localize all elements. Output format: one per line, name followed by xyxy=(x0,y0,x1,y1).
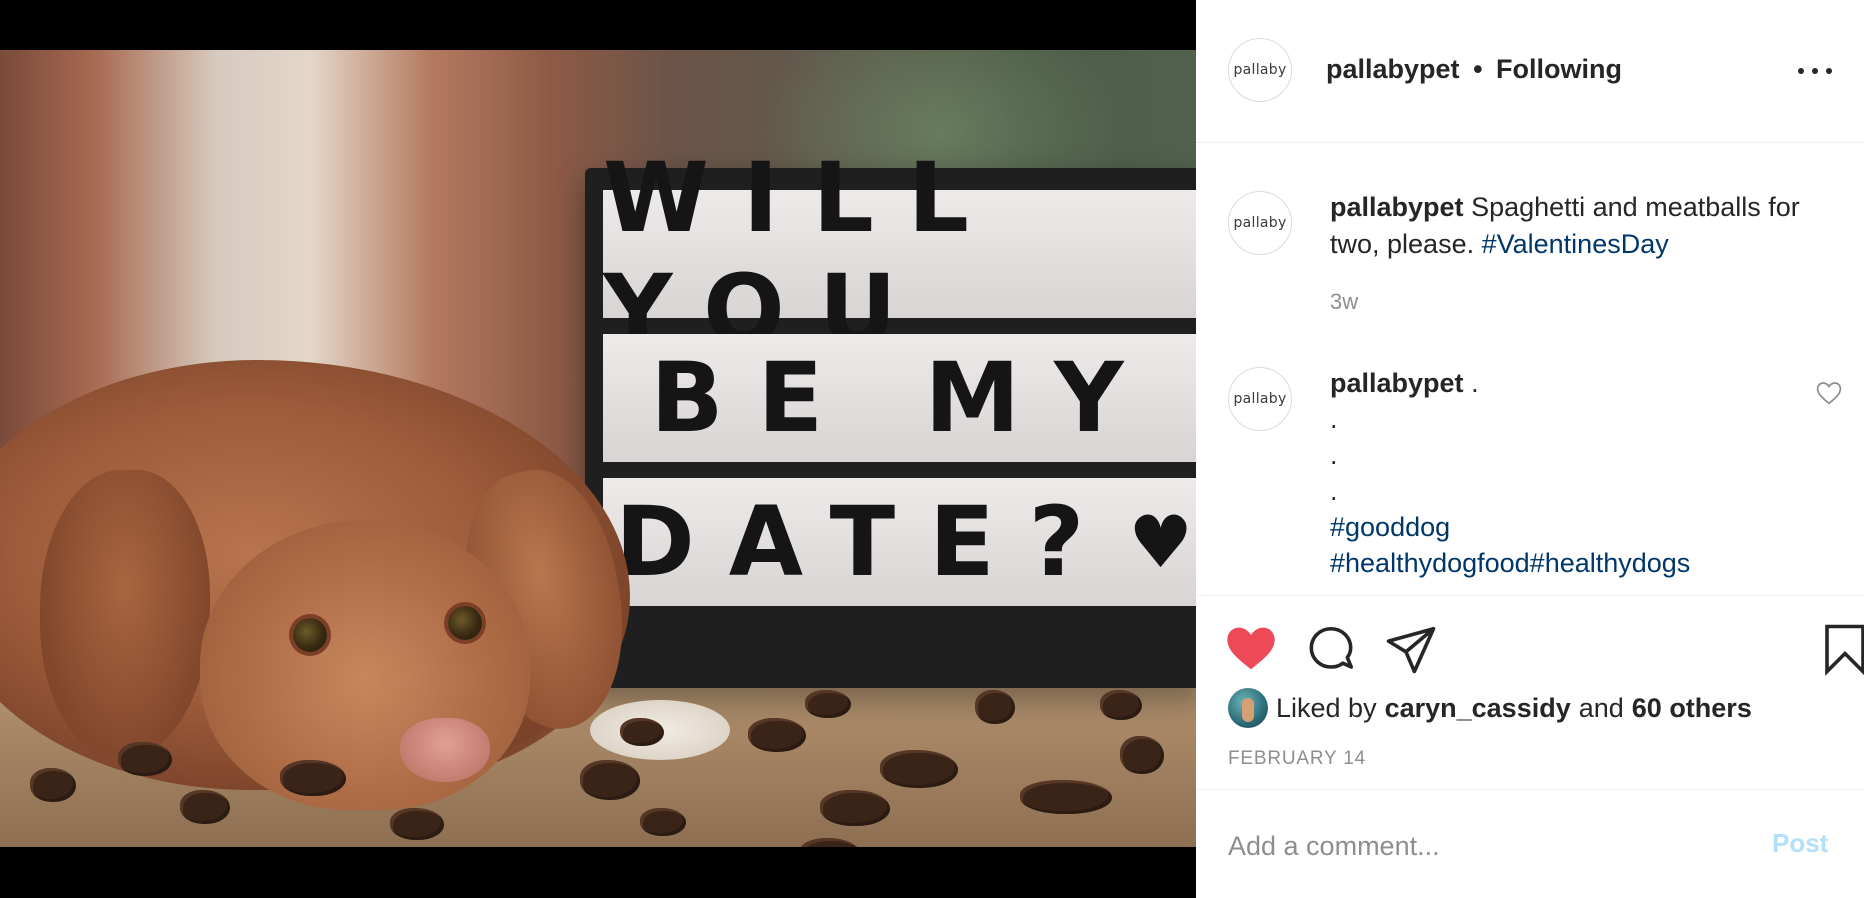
more-dot xyxy=(1826,68,1832,74)
post-caption: pallabypet Spaghetti and meatballs for t… xyxy=(1330,189,1830,263)
treat xyxy=(280,760,346,796)
treat xyxy=(620,718,664,746)
likes-connector: and xyxy=(1578,692,1624,723)
post-media: WILL YOU BE MY DATE? ♥ xyxy=(0,0,1196,898)
caption-timestamp[interactable]: 3w xyxy=(1330,289,1358,315)
post-photo[interactable]: WILL YOU BE MY DATE? ♥ xyxy=(0,50,1196,847)
liker-avatar[interactable] xyxy=(1228,688,1268,728)
following-button[interactable]: Following xyxy=(1496,54,1622,84)
comment-item: pallabypet . . . . #gooddog #healthydogf… xyxy=(1330,365,1790,581)
more-options-icon[interactable] xyxy=(1798,56,1832,86)
treat xyxy=(1020,780,1112,814)
treat xyxy=(748,718,806,752)
instagram-post-modal: WILL YOU BE MY DATE? ♥ pallaby pallabype… xyxy=(0,0,1864,898)
comment-dot-line: . xyxy=(1330,404,1338,434)
avatar-logo-text: pallaby xyxy=(1233,215,1287,231)
treat xyxy=(580,760,640,800)
treat xyxy=(640,808,686,836)
caption-username[interactable]: pallabypet xyxy=(1330,192,1464,222)
comment-avatar[interactable]: pallaby xyxy=(1228,367,1292,431)
dog-nose xyxy=(400,718,490,782)
likes-summary: Liked by caryn_cassidy and 60 others xyxy=(1228,688,1752,728)
comments-section: pallaby pallabypet Spaghetti and meatbal… xyxy=(1196,143,1864,595)
avatar-logo-text: pallaby xyxy=(1233,62,1287,78)
treat xyxy=(805,690,851,718)
more-dot xyxy=(1812,68,1818,74)
likes-others-link[interactable]: 60 others xyxy=(1632,693,1752,724)
sign-heart-icon: ♥ xyxy=(1128,500,1193,584)
treat xyxy=(880,750,958,788)
share-icon[interactable] xyxy=(1384,622,1438,676)
post-actions: Liked by caryn_cassidy and 60 others FEB… xyxy=(1196,595,1864,790)
heart-filled-icon[interactable] xyxy=(1224,622,1278,676)
comment-dot-line: . xyxy=(1330,440,1338,470)
comment-first-line: pallabypet . xyxy=(1330,365,1790,401)
post-details-panel: pallaby pallabypet • Following pallaby p… xyxy=(1196,0,1864,898)
caption-avatar[interactable]: pallaby xyxy=(1228,191,1292,255)
post-date[interactable]: FEBRUARY 14 xyxy=(1228,748,1366,770)
add-comment-bar: Post xyxy=(1196,790,1864,898)
comment-hashtag-gooddog[interactable]: #gooddog xyxy=(1330,509,1790,545)
comment-icon[interactable] xyxy=(1304,622,1358,676)
treat xyxy=(390,808,444,840)
treat xyxy=(30,768,76,802)
post-comment-button[interactable]: Post xyxy=(1772,828,1828,859)
caption-hashtag[interactable]: #ValentinesDay xyxy=(1482,229,1669,259)
liker-username[interactable]: caryn_cassidy xyxy=(1385,693,1571,724)
avatar-logo-text: pallaby xyxy=(1233,391,1287,407)
likes-prefix: Liked by xyxy=(1276,692,1377,723)
comment-username[interactable]: pallabypet xyxy=(1330,368,1464,398)
comment-like-heart-icon[interactable] xyxy=(1816,381,1842,405)
comment-input[interactable] xyxy=(1228,826,1728,866)
comment-hashtags-healthy[interactable]: #healthydogfood#healthydogs xyxy=(1330,545,1790,581)
treat xyxy=(118,742,172,776)
post-header: pallaby pallabypet • Following xyxy=(1196,0,1864,143)
sign-line-3-text: DATE? xyxy=(615,486,1119,598)
sign-line-3: DATE? ♥ xyxy=(603,478,1196,606)
treat xyxy=(1100,690,1142,720)
header-separator: • xyxy=(1473,54,1483,84)
sign-line-1: WILL YOU xyxy=(603,142,1196,366)
bookmark-icon[interactable] xyxy=(1822,622,1864,676)
lightbox-sign: WILL YOU BE MY DATE? ♥ xyxy=(585,142,1196,688)
treat xyxy=(975,690,1015,724)
author-username[interactable]: pallabypet xyxy=(1326,54,1460,84)
sign-line-2: BE MY xyxy=(603,334,1196,462)
dog-eye-left xyxy=(293,618,327,652)
comment-dot-line: . xyxy=(1330,476,1338,506)
treat xyxy=(180,790,230,824)
comment-first-dot: . xyxy=(1471,368,1479,398)
author-avatar[interactable]: pallaby xyxy=(1228,38,1292,102)
more-dot xyxy=(1798,68,1804,74)
treat xyxy=(1120,736,1164,774)
dog-eye-right xyxy=(448,606,482,640)
treat xyxy=(820,790,890,826)
header-title: pallabypet • Following xyxy=(1326,54,1622,85)
